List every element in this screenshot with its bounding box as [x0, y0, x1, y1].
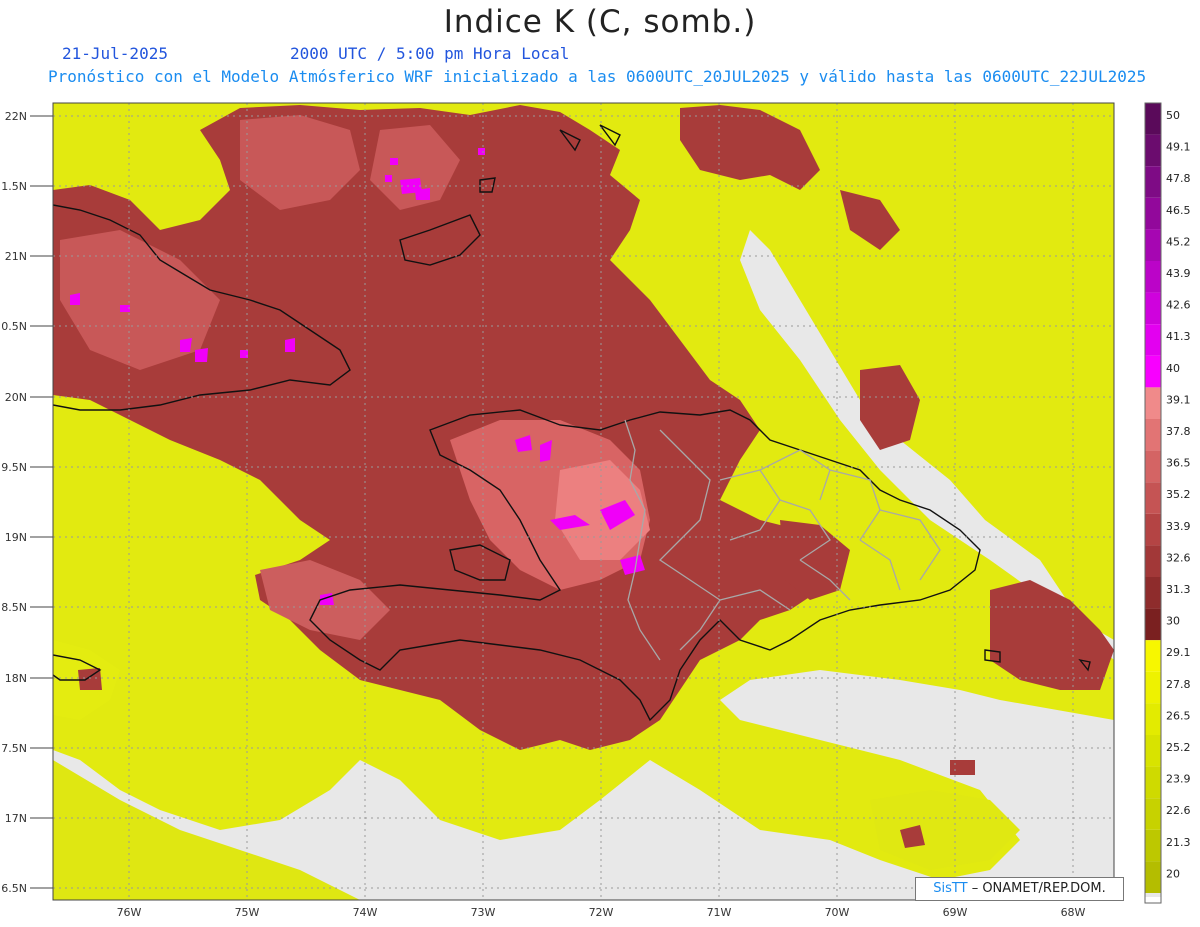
lat-label: 0.5N [1, 320, 27, 333]
lat-label: 19N [5, 531, 27, 544]
lon-label: 70W [825, 906, 850, 919]
colorbar-label: 42.6 [1166, 299, 1191, 312]
colorbar-swatch [1145, 387, 1161, 419]
colorbar-swatch [1145, 482, 1161, 514]
colorbar-label: 37.8 [1166, 425, 1191, 438]
lat-label: 9.5N [1, 461, 27, 474]
colorbar-below-swatch [1145, 893, 1161, 897]
colorbar-swatch [1145, 450, 1161, 483]
lat-label: 22N [5, 110, 27, 123]
colorbar-label: 49.1 [1166, 141, 1191, 154]
colorbar-label: 40 [1166, 362, 1180, 375]
colorbar-swatch [1145, 766, 1161, 799]
lat-label: 6.5N [1, 882, 27, 895]
colorbar-label: 21.3 [1166, 836, 1191, 849]
colorbar-swatch [1145, 545, 1161, 577]
credit-box: SisTT – ONAMET/REP.DOM. [915, 877, 1124, 901]
lon-label: 72W [589, 906, 614, 919]
colorbar-swatch [1145, 735, 1161, 767]
lat-labels: 22N 1.5N 21N 0.5N 20N 9.5N 19N 8.5N 18N … [1, 110, 27, 895]
colorbar-swatch [1145, 419, 1161, 451]
colorbar-label: 26.5 [1166, 709, 1191, 722]
colorbar-label: 30 [1166, 615, 1180, 628]
lat-label: 21N [5, 250, 27, 263]
colorbar-label: 23.9 [1166, 773, 1191, 786]
lon-label: 75W [235, 906, 260, 919]
colorbar-swatch [1145, 134, 1161, 167]
lat-label: 18N [5, 672, 27, 685]
colorbar-swatch [1145, 798, 1161, 830]
lat-label: 17N [5, 812, 27, 825]
colorbar-swatch [1145, 229, 1161, 261]
colorbar-swatch [1145, 103, 1161, 135]
lat-label: 8.5N [1, 601, 27, 614]
org-label: – ONAMET/REP.DOM. [967, 881, 1106, 896]
lon-label: 74W [353, 906, 378, 919]
colorbar-label: 39.1 [1166, 393, 1191, 406]
colorbar-swatch [1145, 355, 1161, 388]
colorbar-swatch [1145, 166, 1161, 198]
brand-label: SisTT [933, 881, 968, 896]
colorbar-swatch [1145, 513, 1161, 546]
colorbar-label: 31.3 [1166, 583, 1191, 596]
colorbar-label: 46.5 [1166, 204, 1191, 217]
lon-label: 76W [117, 906, 142, 919]
lon-label: 68W [1061, 906, 1086, 919]
colorbar-label: 35.2 [1166, 488, 1191, 501]
lat-label: 1.5N [1, 180, 27, 193]
lon-label: 69W [943, 906, 968, 919]
colorbar-label: 20 [1166, 867, 1180, 880]
lon-label: 71W [707, 906, 732, 919]
colorbar-swatch [1145, 261, 1161, 293]
colorbar-label: 33.9 [1166, 520, 1191, 533]
colorbar-swatch [1145, 197, 1161, 230]
colorbar-swatch [1145, 671, 1161, 704]
colorbar-label: 45.2 [1166, 235, 1191, 248]
colorbar-swatch [1145, 703, 1161, 735]
colorbar-swatch [1145, 829, 1161, 862]
colorbar-label: 50 [1166, 109, 1180, 122]
colorbar-label: 22.6 [1166, 804, 1191, 817]
colorbar-swatch [1145, 640, 1161, 672]
colorbar-swatch [1145, 324, 1161, 356]
colorbar-label: 29.1 [1166, 646, 1191, 659]
colorbar-label: 36.5 [1166, 457, 1191, 470]
lon-label: 73W [471, 906, 496, 919]
colorbar: 50 49.1 47.8 46.5 45.2 43.9 42.6 41.3 40 39.1 37.8… [1144, 102, 1191, 904]
colorbar-swatch [1145, 292, 1161, 325]
lat-label: 20N [5, 391, 27, 404]
colorbar-label: 25.2 [1166, 741, 1191, 754]
lat-label: 7.5N [1, 742, 27, 755]
colorbar-swatch [1145, 608, 1161, 641]
colorbar-label: 27.8 [1166, 678, 1191, 691]
k-index-map: 22N 1.5N 21N 0.5N 20N 9.5N 19N 8.5N 18N … [1, 102, 1191, 919]
colorbar-swatch [1145, 577, 1161, 609]
colorbar-swatch [1145, 861, 1161, 893]
colorbar-label: 47.8 [1166, 172, 1191, 185]
colorbar-label: 32.6 [1166, 551, 1191, 564]
colorbar-label: 41.3 [1166, 330, 1191, 343]
colorbar-label: 43.9 [1166, 267, 1191, 280]
lat-ticks [30, 115, 53, 889]
lon-labels: 76W 75W 74W 73W 72W 71W 70W 69W 68W [117, 906, 1086, 919]
